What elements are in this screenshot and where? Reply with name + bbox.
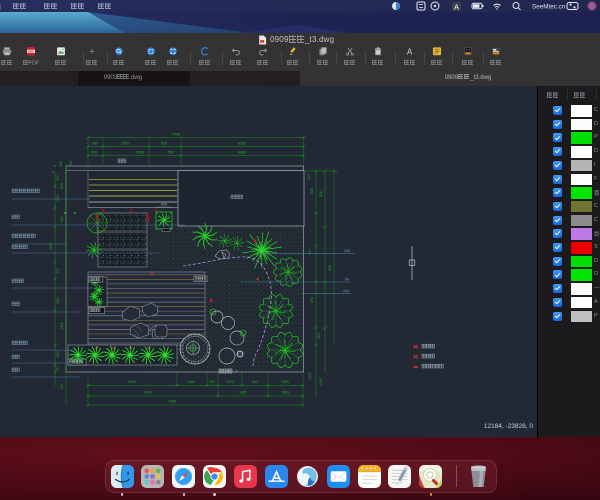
svg-text:434: 434 <box>343 289 349 293</box>
svg-text:200: 200 <box>56 351 60 357</box>
svg-text:300: 300 <box>60 383 64 389</box>
svg-text:1460: 1460 <box>56 297 60 305</box>
svg-text:200: 200 <box>56 175 60 181</box>
svg-text:930: 930 <box>56 195 60 201</box>
svg-text:500: 500 <box>92 142 98 146</box>
svg-text:50: 50 <box>56 367 60 371</box>
svg-text:84: 84 <box>345 278 349 282</box>
svg-text:1210: 1210 <box>226 380 234 384</box>
svg-text:7050: 7050 <box>168 400 176 404</box>
svg-text:5000: 5000 <box>128 380 136 384</box>
svg-text:1280: 1280 <box>281 380 289 384</box>
svg-text:500: 500 <box>168 151 174 155</box>
svg-text:2: 2 <box>212 310 214 314</box>
svg-text:250: 250 <box>209 380 215 384</box>
svg-text:500: 500 <box>60 216 64 222</box>
svg-text:1052: 1052 <box>239 391 247 395</box>
svg-text:1500: 1500 <box>121 142 129 146</box>
svg-text:1400: 1400 <box>60 322 64 330</box>
svg-text:200: 200 <box>69 161 73 167</box>
svg-text:2: 2 <box>242 331 244 335</box>
svg-text:900: 900 <box>60 183 64 189</box>
svg-text:900: 900 <box>91 151 97 155</box>
svg-text:1230: 1230 <box>308 372 312 380</box>
svg-text:2458: 2458 <box>136 151 144 155</box>
svg-text:236: 236 <box>344 249 350 253</box>
svg-text:936: 936 <box>310 188 314 194</box>
svg-text:4800: 4800 <box>238 151 246 155</box>
svg-text:1863: 1863 <box>281 391 289 395</box>
svg-text:542: 542 <box>252 380 258 384</box>
svg-text:A: A <box>454 3 459 12</box>
svg-text:836: 836 <box>319 191 323 197</box>
svg-text:473: 473 <box>310 297 314 303</box>
svg-text:4300: 4300 <box>238 142 246 146</box>
svg-text:700: 700 <box>56 268 60 274</box>
svg-text:SeeMtec.cn: SeeMtec.cn <box>532 3 566 10</box>
svg-text:PDF: PDF <box>28 49 34 53</box>
svg-text:928: 928 <box>328 265 332 271</box>
svg-text:600: 600 <box>161 203 167 207</box>
svg-text:A: A <box>407 47 413 55</box>
svg-text:200: 200 <box>307 174 311 180</box>
svg-text:1400: 1400 <box>187 380 195 384</box>
svg-text:300: 300 <box>59 161 63 167</box>
svg-text:500: 500 <box>317 333 321 339</box>
svg-text:7046: 7046 <box>172 133 180 137</box>
svg-text:?: ? <box>235 370 237 374</box>
svg-text:1052: 1052 <box>319 378 323 386</box>
svg-text:2690: 2690 <box>49 242 53 250</box>
svg-text:4000: 4000 <box>144 391 152 395</box>
svg-text:650: 650 <box>161 142 167 146</box>
